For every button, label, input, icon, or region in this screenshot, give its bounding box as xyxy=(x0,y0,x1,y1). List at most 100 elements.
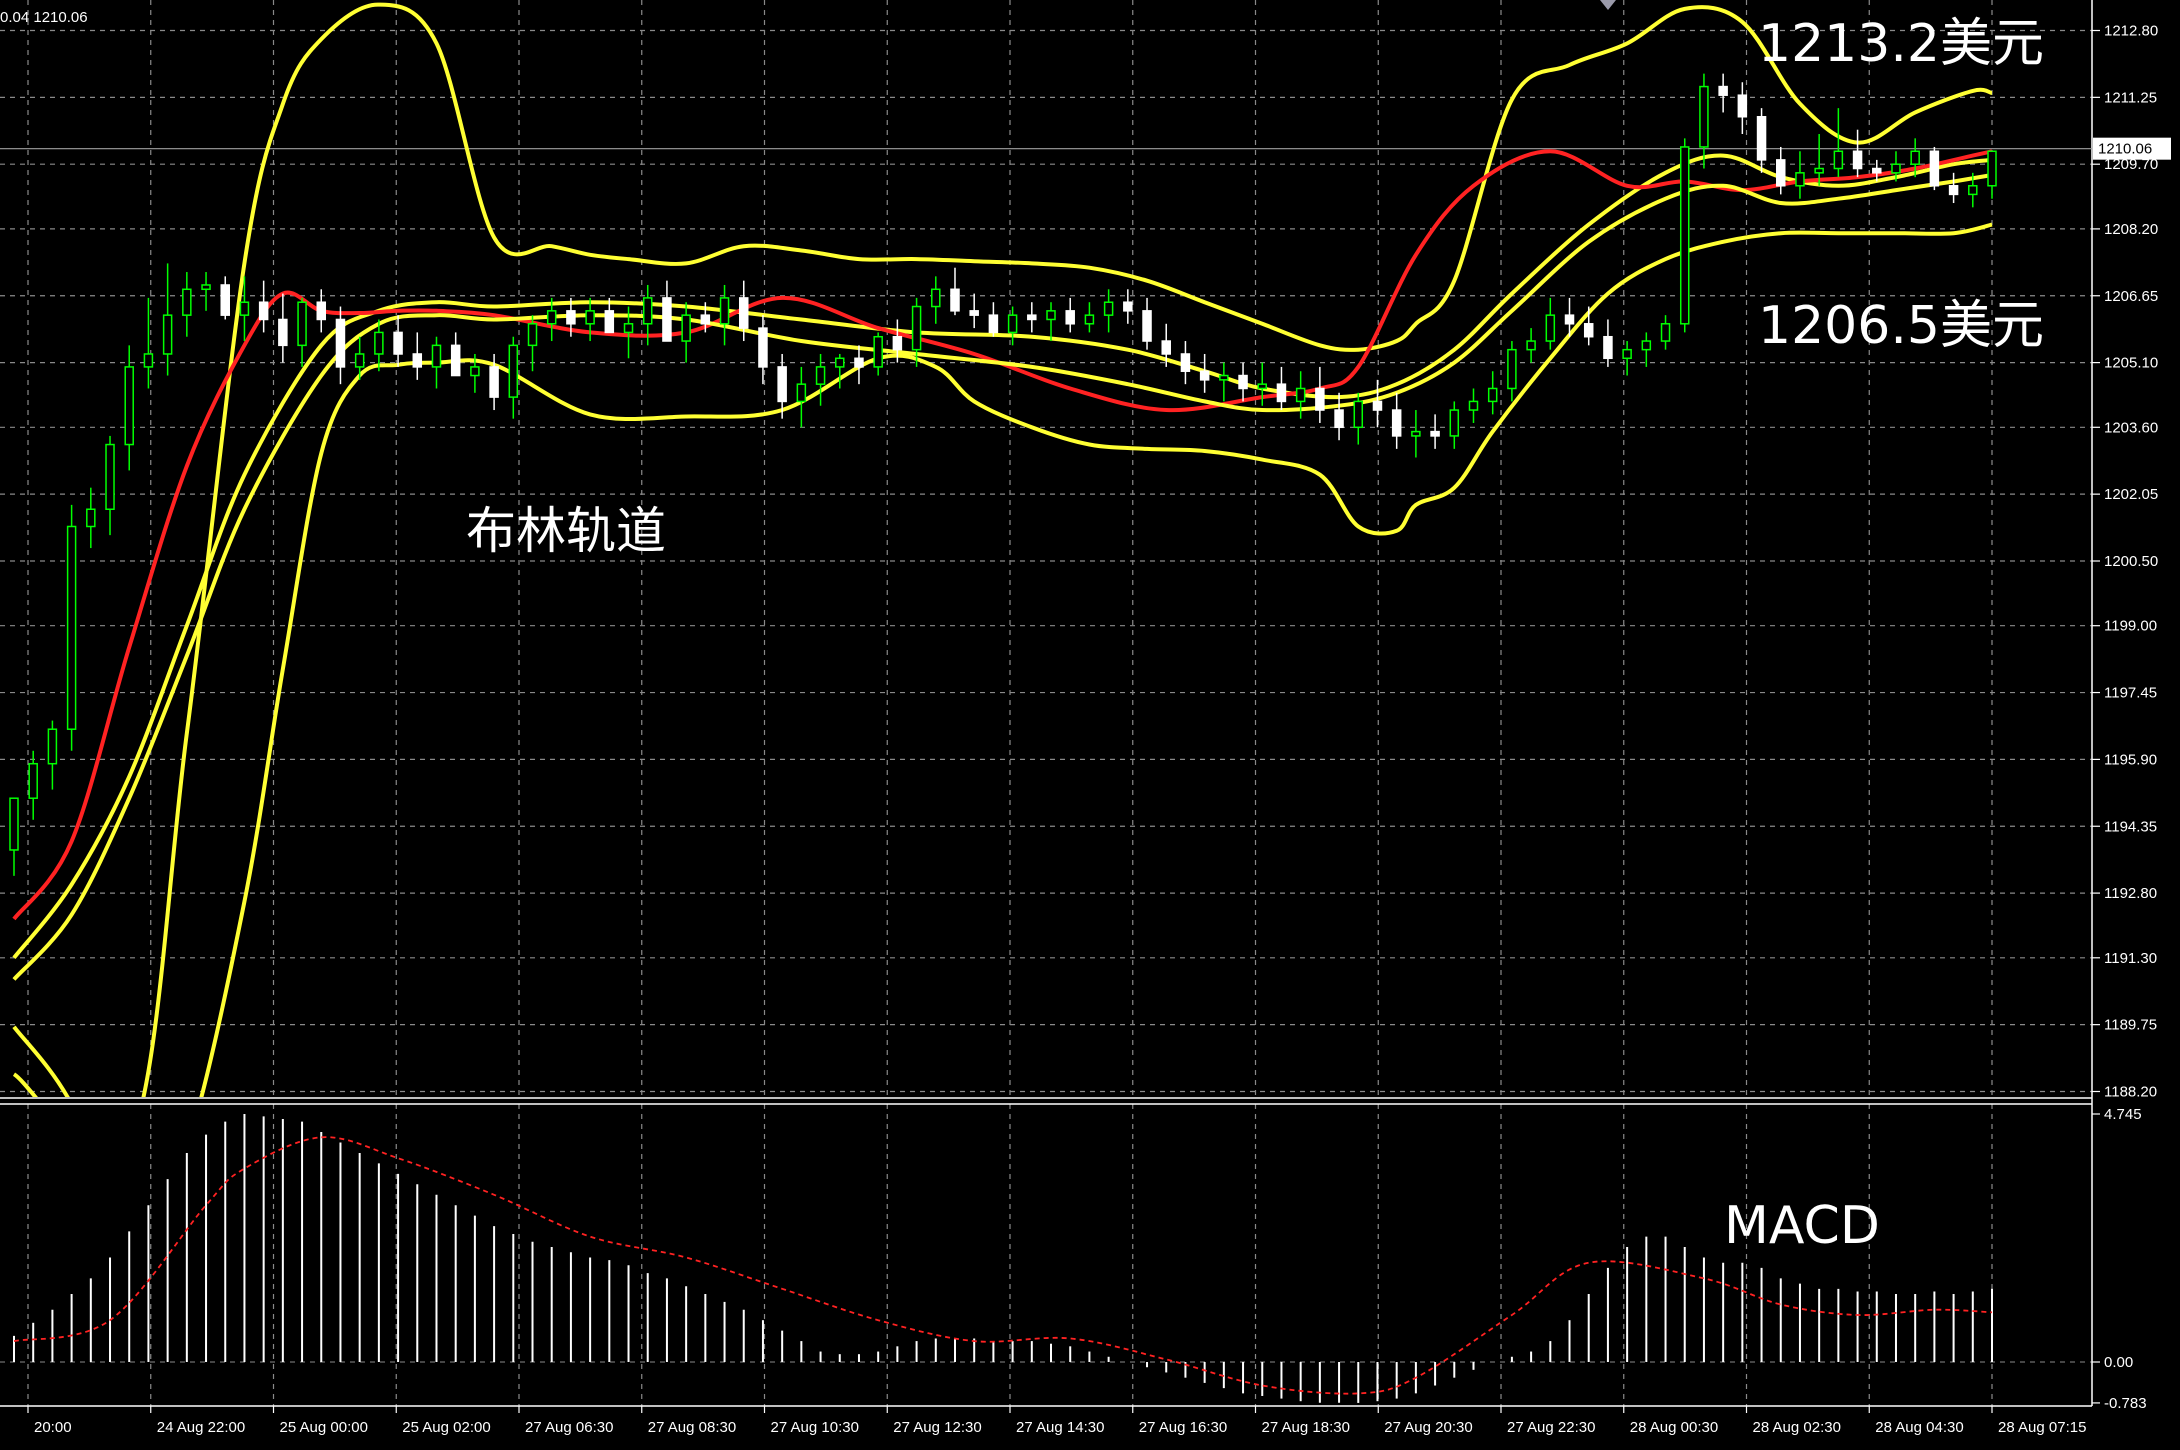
candle-body xyxy=(758,327,768,368)
candle-body xyxy=(796,383,807,403)
price-tick-label: 1202.05 xyxy=(2104,486,2158,503)
candle xyxy=(66,504,77,751)
time-tick-label: 20:00 xyxy=(34,1419,72,1436)
candle-body xyxy=(1238,374,1248,390)
candle-body xyxy=(988,314,999,334)
candle-body xyxy=(604,310,615,334)
candle-body xyxy=(950,288,960,312)
candle-body xyxy=(1468,400,1479,411)
time-tick-label: 28 Aug 02:30 xyxy=(1753,1419,1841,1436)
candle-body xyxy=(1641,340,1652,351)
candle-body xyxy=(700,314,711,325)
price-tick-label: 1188.20 xyxy=(2104,1084,2157,1101)
candle-body xyxy=(681,314,691,342)
time-tick-label: 27 Aug 16:30 xyxy=(1139,1419,1227,1436)
time-tick-label: 25 Aug 02:00 xyxy=(402,1419,490,1436)
candle-body xyxy=(854,357,864,368)
time-tick-label: 28 Aug 04:30 xyxy=(1875,1419,1963,1436)
candle xyxy=(1679,138,1690,333)
price-tick-label: 1195.90 xyxy=(2104,751,2157,768)
candle-body xyxy=(1679,146,1690,325)
time-tick-label: 27 Aug 14:30 xyxy=(1016,1419,1104,1436)
candle-body xyxy=(489,366,499,398)
candle-body xyxy=(1814,167,1824,174)
candle-body xyxy=(278,318,288,347)
price-tick-label: 1206.65 xyxy=(2104,288,2158,305)
candle-body xyxy=(1449,409,1460,437)
price-tick-label: 1200.50 xyxy=(2104,553,2158,570)
candle-body xyxy=(374,331,384,355)
time-tick-label: 27 Aug 12:30 xyxy=(893,1419,981,1436)
candle-body xyxy=(1968,185,1978,196)
price-tick-label: 1212.80 xyxy=(2104,23,2158,40)
candle-body xyxy=(1545,314,1556,342)
candle-body xyxy=(931,288,941,308)
candle-body xyxy=(662,297,672,342)
candle-body xyxy=(969,310,979,316)
candle-body xyxy=(1142,310,1152,342)
candle-body xyxy=(354,353,365,368)
candle-body xyxy=(201,284,211,291)
candle-body xyxy=(105,443,115,510)
candle-body xyxy=(1295,387,1306,403)
candle-body xyxy=(892,335,903,351)
candle-body xyxy=(738,297,749,329)
price-tick-label: 1191.30 xyxy=(2104,950,2157,967)
candle-body xyxy=(143,353,154,368)
candle-body xyxy=(1718,85,1728,96)
candle-body xyxy=(1180,353,1191,372)
chart-canvas: 1212.801211.251209.701208.201206.651205.… xyxy=(0,0,2180,1450)
candle-body xyxy=(1276,383,1287,403)
candle-body xyxy=(182,288,192,316)
candle-body xyxy=(1987,150,1997,187)
time-tick-label: 27 Aug 06:30 xyxy=(525,1419,613,1436)
candle-body xyxy=(470,366,480,377)
candle-body xyxy=(585,310,595,325)
candle-body xyxy=(1219,374,1229,381)
candle-body xyxy=(450,344,461,377)
candle-body xyxy=(1430,430,1440,437)
candle-body xyxy=(335,318,346,368)
candle-body xyxy=(527,323,538,347)
candle-body xyxy=(546,310,557,325)
candle-body xyxy=(47,728,58,765)
candle-body xyxy=(1852,150,1863,170)
time-tick-label: 27 Aug 10:30 xyxy=(771,1419,859,1436)
candle-body xyxy=(1123,301,1133,312)
candle-body xyxy=(1007,314,1018,334)
current-price-label: 1210.06 xyxy=(2098,141,2152,158)
candle-body xyxy=(9,797,19,851)
candle-body xyxy=(316,301,327,321)
price-tick-label: 1199.00 xyxy=(2104,618,2157,635)
candle-body xyxy=(1795,172,1805,187)
candle-body xyxy=(815,366,826,385)
time-tick-label: 25 Aug 00:00 xyxy=(280,1419,368,1436)
candle-body xyxy=(719,297,730,325)
candle-body xyxy=(1084,314,1095,325)
time-tick-label: 28 Aug 07:15 xyxy=(1998,1419,2086,1436)
candle-body xyxy=(911,305,922,351)
annotation-upper-band: 1213.2美元 xyxy=(1758,14,2044,74)
candle-body xyxy=(508,344,519,398)
current-price-marker: 1210.06 xyxy=(2093,137,2171,160)
time-tick-label: 27 Aug 20:30 xyxy=(1384,1419,1472,1436)
candle-body xyxy=(239,301,250,316)
candle-body xyxy=(1507,348,1517,390)
candle-body xyxy=(1872,167,1882,174)
candle-body xyxy=(1161,340,1171,355)
candle-body xyxy=(28,762,38,799)
candle xyxy=(1929,146,1940,191)
candle-body xyxy=(623,323,634,334)
time-tick-label: 27 Aug 18:30 xyxy=(1262,1419,1350,1436)
candle-body xyxy=(431,344,442,368)
price-tick-label: 1208.20 xyxy=(2104,221,2158,238)
candle-body xyxy=(162,314,173,355)
candle-body xyxy=(86,508,96,528)
candle-body xyxy=(220,284,230,316)
candle-body xyxy=(1046,310,1056,321)
candle-body xyxy=(566,310,576,325)
candle-body xyxy=(1622,348,1632,360)
candle-body xyxy=(1891,163,1901,174)
candle-body xyxy=(1391,409,1402,437)
candle-body xyxy=(1315,387,1325,411)
